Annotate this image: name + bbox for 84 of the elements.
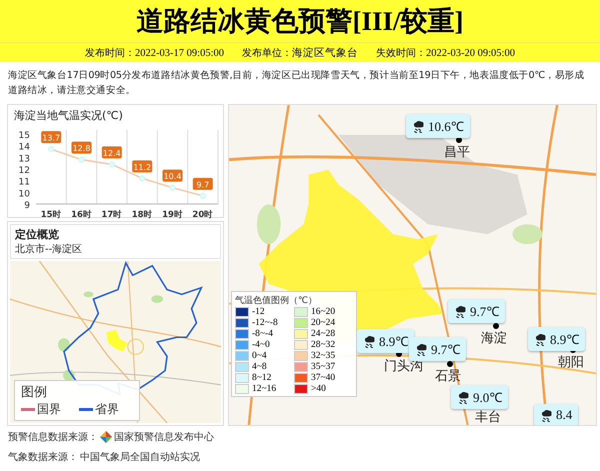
legend-label: 0~4 <box>252 351 267 361</box>
y-tick-label: 15 <box>18 131 30 141</box>
temperature-marker[interactable]: 9.7℃ <box>448 299 506 323</box>
legend-title: 图例 <box>21 384 48 401</box>
snow-cloud-icon <box>457 390 470 404</box>
warning-description: 海淀区气象台17日09时05分发布道路结冰黄色预警,目前，海淀区已出现降雪天气，预计当前至19日下午，地表温度低于0℃，易形成道路结冰，请注意交通安全。 <box>8 69 586 98</box>
y-tick-label: 11 <box>18 178 30 188</box>
legend-label: -12 <box>252 307 265 317</box>
temperature-marker[interactable]: 9.0℃ <box>451 385 508 409</box>
data-point <box>108 161 115 168</box>
place-label: 昌平 <box>444 144 470 161</box>
data-label: 12.4 <box>102 146 122 158</box>
legend-label: 12~16 <box>252 384 276 394</box>
source-value: 国家预警信息发布中心 <box>114 430 214 444</box>
legend-label: 4~8 <box>252 362 267 372</box>
meta-value: 2022-03-17 09:05:00 <box>135 48 224 58</box>
legend-label: 35~37 <box>311 362 336 372</box>
data-point <box>139 175 146 182</box>
legend-label: >40 <box>311 384 326 394</box>
legend-label: 16~20 <box>311 307 336 317</box>
legend-label: 8~12 <box>252 373 272 383</box>
source-value: 中国气象局全国自动站实况 <box>80 450 200 464</box>
data-label: 12.4 <box>102 148 121 158</box>
legend-label: 24~28 <box>311 329 336 339</box>
data-point <box>48 146 54 152</box>
source-label: 预警信息数据来源： <box>8 430 98 444</box>
y-tick-label: 9 <box>24 201 30 211</box>
data-label: 12.8 <box>72 142 92 154</box>
data-label: 13.7 <box>42 134 60 143</box>
panel-subtitle: 北京市--海淀区 <box>15 242 84 256</box>
temperature-marker[interactable]: 10.6℃ <box>406 114 470 138</box>
snow-cloud-icon <box>540 408 553 422</box>
snow-cloud-icon <box>363 334 376 348</box>
legend-label: 20~24 <box>311 318 336 328</box>
data-label: 11.2 <box>133 162 152 172</box>
data-point <box>78 156 84 163</box>
legend-label: 37~40 <box>311 373 336 383</box>
warning-title: 道路结冰黄色预警[III/较重] <box>136 5 464 38</box>
legend-label: 32~35 <box>311 351 336 361</box>
place-label: 朝阳 <box>558 354 584 371</box>
data-label: 9.7 <box>196 180 210 190</box>
data-label: 10.4 <box>164 172 182 182</box>
y-tick-label: 10 <box>18 189 30 200</box>
data-point <box>170 184 176 191</box>
snow-cloud-icon <box>534 332 547 346</box>
meta-label: 失效时间： <box>376 48 426 58</box>
y-tick-label: 13 <box>18 154 30 164</box>
x-tick-label: 16时 <box>71 210 92 220</box>
data-label: 9.7 <box>192 178 213 190</box>
place-label: 丰台 <box>475 409 501 425</box>
x-tick-label: 20时 <box>192 210 214 220</box>
meta-label: 发布单位： <box>242 48 292 58</box>
panel-title: 海淀当地气温实况(℃) <box>14 108 124 123</box>
legend-label: -12~-8 <box>252 318 278 328</box>
temperature-marker[interactable]: 8.4 <box>534 404 578 425</box>
temperature-marker[interactable]: 9.7℃ <box>409 337 466 361</box>
snow-cloud-icon <box>415 342 428 356</box>
data-label: 12.8 <box>72 144 90 154</box>
legend-label: 国界 <box>37 401 61 418</box>
data-label: 10.4 <box>162 170 182 182</box>
place-label: 海淀 <box>481 330 507 347</box>
temperature-marker[interactable]: 8.9℃ <box>528 327 586 351</box>
meta-value: 海淀区气象台 <box>292 48 358 58</box>
x-tick-label: 18时 <box>132 210 153 220</box>
y-tick-label: 14 <box>18 142 30 153</box>
x-tick-label: 19时 <box>162 210 183 220</box>
x-tick-label: 15时 <box>40 210 62 220</box>
legend-label: -8~-4 <box>252 329 273 339</box>
y-tick-label: 12 <box>18 166 30 176</box>
panel-title: 定位概览 <box>15 227 60 242</box>
temperature-marker[interactable]: 8.9℃ <box>357 329 414 353</box>
data-label: 13.7 <box>41 131 62 144</box>
snow-cloud-icon <box>454 304 467 318</box>
legend-title: 气温色值图例（℃） <box>235 294 318 307</box>
legend-label: -4~0 <box>252 340 270 350</box>
data-label: 11.2 <box>132 160 152 172</box>
snow-cloud-icon <box>412 120 425 132</box>
legend-label: 省界 <box>95 401 119 418</box>
data-point <box>200 192 206 199</box>
source-label: 气象数据来源： <box>8 450 78 464</box>
meta-value: 2022-03-20 09:05:00 <box>426 48 515 58</box>
meta-label: 发布时间： <box>85 48 136 58</box>
x-tick-label: 17时 <box>101 210 122 220</box>
legend-label: 28~32 <box>311 340 336 350</box>
